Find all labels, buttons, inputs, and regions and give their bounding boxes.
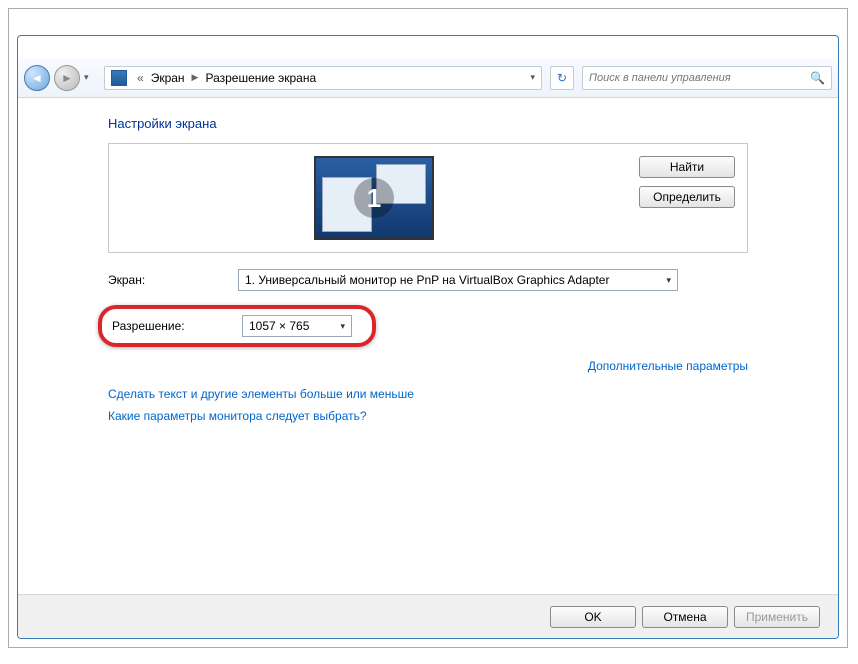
- search-box[interactable]: 🔍: [582, 66, 832, 90]
- breadcrumb-root[interactable]: Экран: [148, 71, 188, 85]
- screen-label: Экран:: [108, 273, 238, 287]
- screen-row: Экран: 1. Универсальный монитор не PnP н…: [108, 269, 748, 291]
- refresh-icon: ↻: [557, 71, 567, 85]
- text-size-link[interactable]: Сделать текст и другие элементы больше и…: [108, 387, 748, 401]
- monitor-number-badge: 1: [354, 178, 394, 218]
- chevron-down-icon[interactable]: ▾: [84, 72, 96, 84]
- chevron-left-double-icon: «: [133, 71, 148, 85]
- resolution-highlight: Разрешение: 1057 × 765 ▾: [98, 305, 376, 347]
- resolution-label: Разрешение:: [112, 319, 242, 333]
- apply-button[interactable]: Применить: [734, 606, 820, 628]
- arrow-left-icon: ◄: [31, 71, 43, 85]
- identify-button[interactable]: Определить: [639, 186, 735, 208]
- breadcrumb[interactable]: « Экран ▶ Разрешение экрана ▾: [104, 66, 542, 90]
- which-settings-link[interactable]: Какие параметры монитора следует выбрать…: [108, 409, 748, 423]
- monitor-preview[interactable]: 1: [121, 156, 627, 240]
- ok-button[interactable]: OK: [550, 606, 636, 628]
- arrow-right-icon: ►: [61, 71, 73, 85]
- screen-select-value: 1. Универсальный монитор не PnP на Virtu…: [245, 273, 609, 287]
- resolution-select[interactable]: 1057 × 765 ▾: [242, 315, 352, 337]
- advanced-settings-link[interactable]: Дополнительные параметры: [588, 359, 748, 373]
- back-button[interactable]: ◄: [24, 65, 50, 91]
- page-title: Настройки экрана: [108, 116, 748, 131]
- cancel-button[interactable]: Отмена: [642, 606, 728, 628]
- find-button[interactable]: Найти: [639, 156, 735, 178]
- content-area: Настройки экрана 1 Найти Определить Экра…: [18, 98, 838, 423]
- forward-button[interactable]: ►: [54, 65, 80, 91]
- control-panel-icon: [111, 70, 127, 86]
- navigation-bar: ◄ ► ▾ « Экран ▶ Разрешение экрана ▾ ↻ 🔍: [18, 58, 838, 98]
- screen-select[interactable]: 1. Универсальный монитор не PnP на Virtu…: [238, 269, 678, 291]
- bottom-button-bar: OK Отмена Применить: [18, 594, 838, 638]
- chevron-down-icon: ▾: [666, 275, 671, 286]
- resolution-select-value: 1057 × 765: [249, 319, 309, 333]
- chevron-down-icon: ▾: [340, 321, 345, 332]
- control-panel-window: ◄ ► ▾ « Экран ▶ Разрешение экрана ▾ ↻ 🔍: [17, 35, 839, 639]
- display-preview-panel: 1 Найти Определить: [108, 143, 748, 253]
- search-input[interactable]: [589, 72, 810, 84]
- chevron-down-icon[interactable]: ▾: [530, 72, 535, 83]
- search-icon[interactable]: 🔍: [810, 71, 825, 85]
- chevron-right-icon: ▶: [188, 72, 203, 83]
- breadcrumb-current[interactable]: Разрешение экрана: [202, 71, 319, 85]
- refresh-button[interactable]: ↻: [550, 66, 574, 90]
